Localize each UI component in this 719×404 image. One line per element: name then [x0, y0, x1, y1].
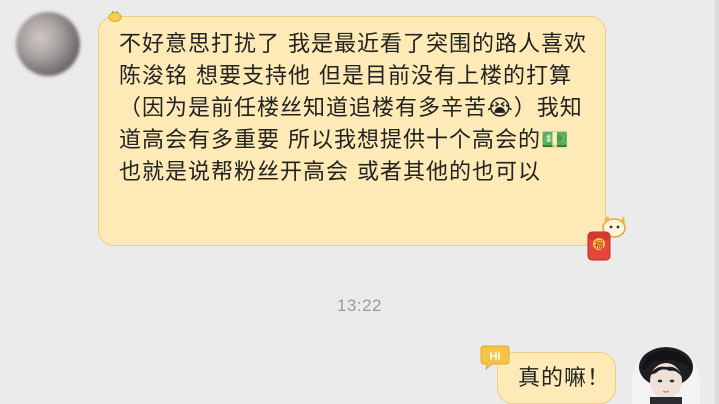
sprout-sticker-icon: [108, 11, 122, 22]
outgoing-message-bubble[interactable]: 真的嘛！: [497, 352, 616, 404]
outgoing-message-text: 真的嘛！: [518, 366, 611, 391]
sender-avatar[interactable]: [16, 12, 80, 76]
hi-badge-icon: Hi: [480, 345, 510, 370]
chat-area[interactable]: 不好意思打扰了 我是最近看了突围的路人喜欢陈浚铭 想要支持他 但是目前没有上楼的…: [0, 0, 719, 404]
scrollbar-track[interactable]: [715, 0, 719, 404]
red-packet-sticker-icon: 福: [587, 216, 626, 261]
incoming-message-bubble[interactable]: 不好意思打扰了 我是最近看了突围的路人喜欢陈浚铭 想要支持他 但是目前没有上楼的…: [98, 16, 606, 246]
message-timestamp: 13:22: [336, 296, 383, 315]
user-avatar-icon: [632, 347, 700, 404]
svg-text:福: 福: [594, 239, 603, 251]
user-avatar[interactable]: [632, 347, 700, 404]
incoming-message-text: 不好意思打扰了 我是最近看了突围的路人喜欢陈浚铭 想要支持他 但是目前没有上楼的…: [119, 32, 587, 185]
hi-badge-label: Hi: [490, 351, 501, 363]
